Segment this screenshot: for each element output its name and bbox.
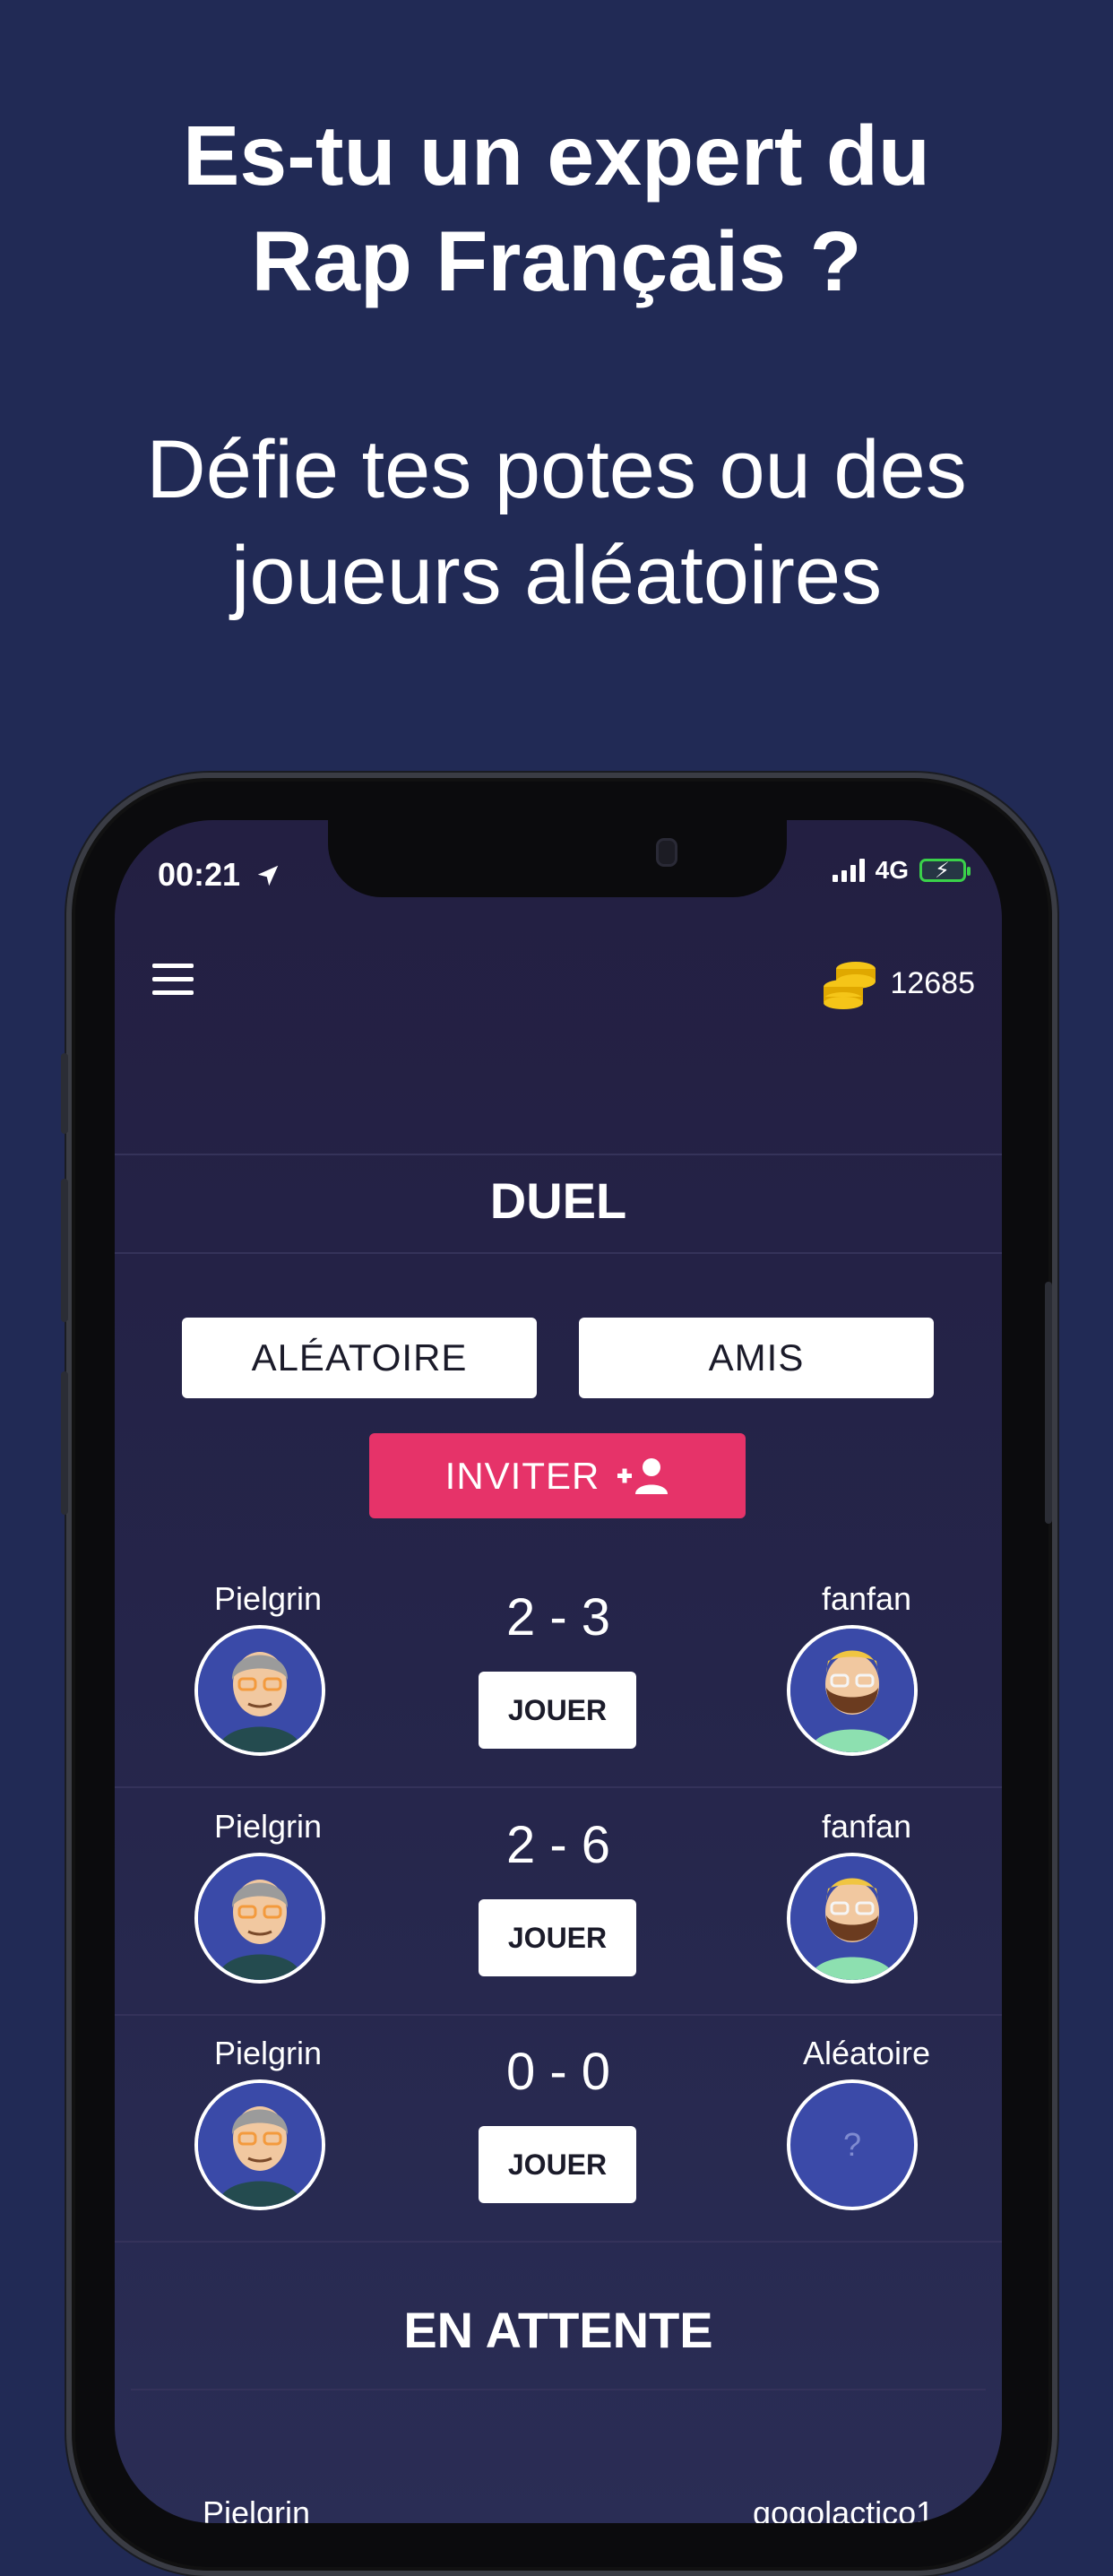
match-score: 2 - 3 <box>505 1588 611 1647</box>
coins-count: 12685 <box>890 965 975 1000</box>
invite-button[interactable]: INVITER <box>369 1433 746 1518</box>
phone-side-button <box>61 1371 68 1515</box>
invite-label: INVITER <box>444 1454 600 1497</box>
pending-title: EN ATTENTE <box>403 2302 713 2358</box>
row-divider <box>115 1786 1002 1788</box>
app-screen: 00:21 4G ⚡ 12685 DUEL ALÉATOIRE AMIS INV… <box>115 820 1002 2523</box>
match-row: Pielgrin 2 - 3 JOUER fanfan <box>115 1580 1002 1806</box>
play-button[interactable]: JOUER <box>479 1672 636 1749</box>
network-label: 4G <box>875 856 909 884</box>
opponent-name: fanfan <box>821 1580 912 1617</box>
row-divider <box>115 2241 1002 2243</box>
coins-icon <box>824 962 876 1009</box>
headline-line: Rap Français ? <box>251 214 862 309</box>
status-time: 00:21 <box>158 856 281 894</box>
notch <box>328 820 787 897</box>
match-score: 2 - 6 <box>505 1816 611 1874</box>
phone-side-button <box>61 1179 68 1322</box>
avatar-bearded-man-icon <box>790 1856 914 1980</box>
unknown-avatar-mark: ? <box>842 2126 862 2163</box>
pending-opponent-name: gogolactico1 <box>753 2494 935 2523</box>
headline-line: Es-tu un expert du <box>183 108 930 203</box>
subline-line: Défie tes potes ou des <box>146 424 967 515</box>
avatar-old-man-icon <box>198 2083 322 2207</box>
avatar-old-man-icon <box>198 1856 322 1980</box>
pending-player-name: Pielgrin <box>203 2494 311 2523</box>
battery-charging-icon: ⚡ <box>919 859 971 883</box>
status-indicators: 4G ⚡ <box>832 856 971 885</box>
opponent-avatar <box>787 1625 918 1756</box>
location-arrow-icon <box>257 865 279 886</box>
player-avatar <box>194 2079 325 2210</box>
player-name: Pielgrin <box>213 1808 323 1845</box>
signal-icon <box>832 859 865 882</box>
play-button[interactable]: JOUER <box>479 1899 636 1976</box>
match-row: Pielgrin 0 - 0 JOUER Aléatoire ? <box>115 2035 1002 2260</box>
opponent-avatar <box>787 1853 918 1984</box>
coins-balance: 12685 <box>820 956 975 1010</box>
divider <box>115 1154 1002 1155</box>
add-person-icon <box>617 1457 669 1494</box>
avatar-old-man-icon <box>198 1629 322 1752</box>
opponent-name: Aléatoire <box>802 2035 931 2071</box>
random-opponent-avatar: ? <box>787 2079 918 2210</box>
player-name: Pielgrin <box>213 2035 323 2071</box>
duel-title: DUEL <box>489 1172 627 1229</box>
play-button[interactable]: JOUER <box>479 2126 636 2203</box>
random-mode-button[interactable]: ALÉATOIRE <box>182 1318 537 1398</box>
player-avatar <box>194 1625 325 1756</box>
row-divider <box>131 2389 986 2390</box>
status-time-text: 00:21 <box>158 856 241 893</box>
promo-subline: Défie tes potes ou des joueurs aléatoire… <box>0 417 1113 628</box>
opponent-name: fanfan <box>821 1808 912 1845</box>
phone-side-button <box>61 1053 68 1134</box>
subline-line: joueurs aléatoires <box>230 530 883 621</box>
promo-headline: Es-tu un expert du Rap Français ? <box>0 103 1113 315</box>
phone-side-button <box>1045 1282 1052 1524</box>
row-divider <box>115 2014 1002 2016</box>
divider <box>115 1252 1002 1254</box>
camera-icon <box>656 838 677 867</box>
player-name: Pielgrin <box>213 1580 323 1617</box>
avatar-bearded-man-icon <box>790 1629 914 1752</box>
friends-mode-button[interactable]: AMIS <box>579 1318 934 1398</box>
match-row: Pielgrin 2 - 6 JOUER fanfan <box>115 1808 1002 2034</box>
hamburger-menu-icon[interactable] <box>152 964 194 1004</box>
match-score: 0 - 0 <box>505 2043 611 2101</box>
player-avatar <box>194 1853 325 1984</box>
